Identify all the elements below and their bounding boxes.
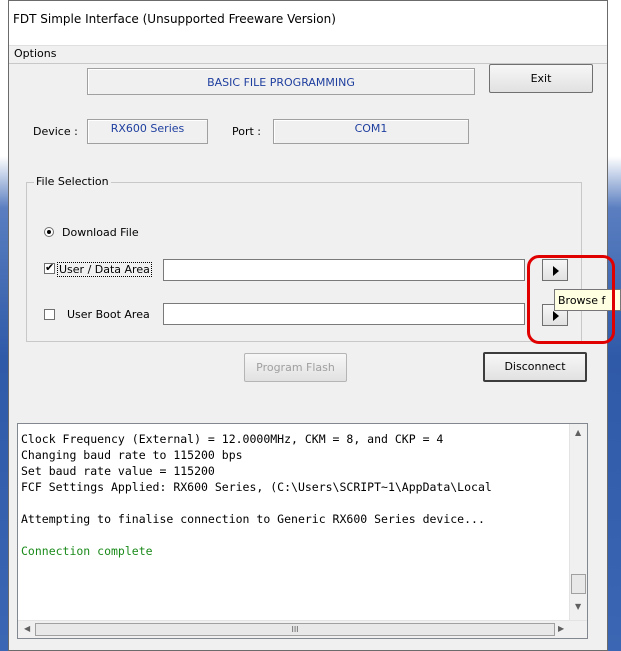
device-value: RX600 Series (110, 122, 185, 135)
port-label: Port : (232, 125, 262, 138)
horizontal-scroll-thumb[interactable]: III (35, 623, 555, 636)
title-bar: FDT Simple Interface (Unsupported Freewa… (9, 1, 607, 45)
user-data-area-label[interactable]: User / Data Area (57, 262, 152, 277)
log-line: Clock Frequency (External) = 12.0000MHz,… (21, 432, 444, 446)
log-line: FCF Settings Applied: RX600 Series, (C:\… (21, 480, 492, 494)
highlight-annotation (527, 255, 615, 344)
download-file-label[interactable]: Download File (62, 226, 139, 239)
vertical-scroll-thumb[interactable] (571, 574, 586, 594)
user-boot-area-checkbox[interactable] (44, 309, 55, 320)
mode-label-box: BASIC FILE PROGRAMMING (87, 68, 475, 95)
menu-options[interactable]: Options (14, 47, 56, 60)
disconnect-button[interactable]: Disconnect (483, 352, 587, 382)
user-data-area-checkbox[interactable]: ✔ (44, 261, 55, 274)
user-boot-area-path-field[interactable] (163, 303, 525, 325)
download-file-radio[interactable] (44, 227, 54, 237)
log-line: Changing baud rate to 115200 bps (21, 448, 243, 462)
horizontal-scrollbar[interactable]: ◀ III ▶ (18, 620, 587, 638)
file-selection-legend: File Selection (34, 175, 111, 188)
scroll-down-icon[interactable]: ▼ (575, 602, 581, 611)
scroll-up-icon[interactable]: ▲ (575, 428, 581, 437)
user-boot-area-label[interactable]: User Boot Area (67, 308, 150, 321)
program-flash-label: Program Flash (256, 361, 335, 374)
menu-bar: Options (9, 45, 607, 64)
vertical-scrollbar[interactable]: ▲ ▼ (569, 424, 587, 622)
scroll-thumb-grip-icon: III (291, 625, 299, 634)
user-data-area-path-field[interactable] (163, 259, 525, 281)
device-value-box: RX600 Series (87, 119, 208, 144)
radio-dot-icon (47, 230, 51, 234)
log-line-success: Connection complete (21, 544, 153, 558)
port-value: COM1 (354, 122, 388, 135)
checkmark-icon: ✔ (45, 261, 55, 274)
scroll-left-icon[interactable]: ◀ (24, 624, 30, 633)
mode-label: BASIC FILE PROGRAMMING (207, 76, 355, 89)
exit-button-label: Exit (530, 72, 552, 85)
scroll-right-icon[interactable]: ▶ (558, 624, 564, 633)
log-output[interactable]: Clock Frequency (External) = 12.0000MHz,… (17, 423, 588, 639)
log-line: Attempting to finalise connection to Gen… (21, 512, 485, 526)
window-title: FDT Simple Interface (Unsupported Freewa… (13, 12, 336, 26)
disconnect-label: Disconnect (504, 360, 566, 373)
device-label: Device : (33, 125, 78, 138)
port-value-box: COM1 (273, 119, 469, 144)
log-line: Set baud rate value = 115200 (21, 464, 215, 478)
program-flash-button[interactable]: Program Flash (244, 353, 347, 382)
exit-button[interactable]: Exit (489, 64, 593, 93)
